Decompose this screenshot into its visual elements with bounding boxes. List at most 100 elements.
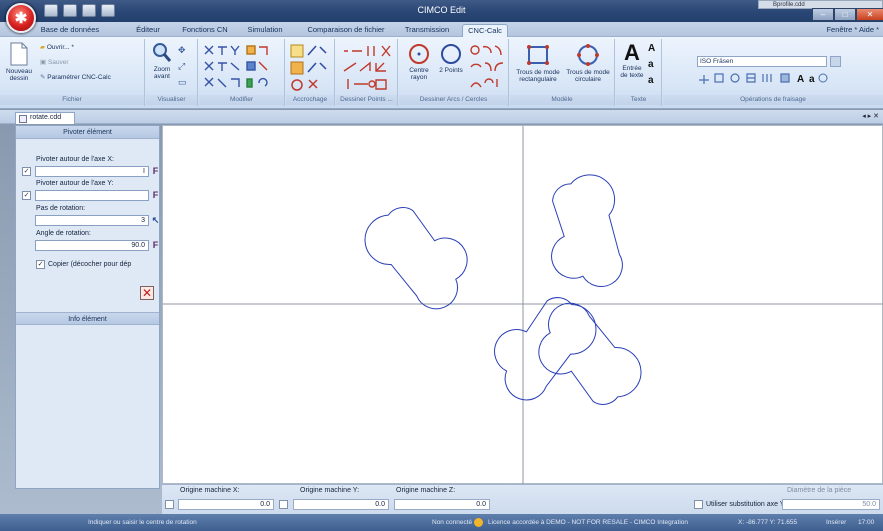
status-bar: Indiquer ou saisir le centre de rotation… [0,514,883,531]
panel-title: Pivoter élément [16,126,159,139]
new-drawing-icon [10,42,28,66]
help-menu[interactable]: Fenêtre * Aide * [826,25,879,34]
circ-pattern-icon [577,44,599,66]
milling-settings-icon[interactable] [830,56,841,67]
origin-z-field[interactable]: 0.0 [394,499,490,510]
center-radius-button[interactable]: Centre rayon [403,43,435,81]
text-a-icon: A [624,40,640,65]
cancel-x-icon[interactable]: ✕ [140,286,154,300]
copy-checkbox[interactable]: ✓ [36,260,45,269]
origin-x-field[interactable]: 0.0 [178,499,274,510]
pick-x-icon[interactable]: F [150,166,161,177]
window-title: CIMCO Edit [417,5,466,15]
group-accrochage: Accrochage [286,39,335,106]
x-axis-input[interactable]: I [35,166,149,177]
x-axis-label: Pivoter autour de l'axe X: [36,156,114,163]
group-visualiser: Zoom avant ✥ ⤢ ▭ Visualiser [146,39,198,106]
x-axis-checkbox[interactable]: ✓ [22,167,31,176]
step-input[interactable]: 3 [35,215,149,226]
zoom-in-button[interactable]: Zoom avant [150,42,174,80]
group-arcs: Centre rayon 2 Points Dessiner Arcs / Ce… [399,39,509,106]
tab-navigation[interactable]: ◂ ▸ ✕ [862,112,879,120]
pick-y-icon[interactable]: F [150,190,161,201]
rect-pattern-button[interactable]: Trous de mode rectangulaire [514,43,562,83]
angle-input[interactable]: 90.0 [35,240,149,251]
settings-button[interactable]: ✎ Paramétrer CNC-Calc [40,73,111,81]
tab-fonctions-cn[interactable]: Fonctions CN [178,24,232,37]
text-upper-icon[interactable]: A [648,43,659,54]
insert-mode: Insérer [826,519,847,526]
svg-text:A: A [797,74,804,84]
snap-tools-icon[interactable] [290,43,332,93]
text-entry-button[interactable]: A Entrée de texte [618,40,646,80]
zoom-icon [153,43,172,62]
circle-center-icon [409,44,429,64]
diameter-field[interactable]: 50.0 [782,499,880,510]
group-modele: Trous de mode rectangulaire Trous de mod… [510,39,615,106]
pan-icon[interactable]: ✥ [178,45,189,56]
origin-x-checkbox[interactable] [165,500,174,509]
rotated-shape[interactable] [528,297,656,413]
milling-ops-icons[interactable]: A a [697,72,847,84]
rect-pattern-icon [527,45,549,65]
drawing-svg[interactable] [163,126,883,485]
tab-comparaison[interactable]: Comparaison de fichier [302,24,390,37]
angle-pick-icon[interactable]: F [150,240,161,251]
document-tabs: rotate.cdd ◂ ▸ ✕ [0,110,883,124]
rotated-shape[interactable] [483,287,612,406]
circle-two-points-icon [441,44,461,64]
info-title: Info élément [16,312,159,325]
clock: 17:00 [858,519,875,526]
app-menu-orb-icon[interactable]: ✱ [6,3,36,33]
window-controls: – □ ✕ [812,8,883,21]
title-bar: CIMCO Edit Bprofile.cdd – □ ✕ [0,0,883,22]
app-window: CIMCO Edit Bprofile.cdd – □ ✕ ✱ Base de … [0,0,883,531]
arc-tools-icon[interactable] [469,43,505,93]
zoom-window-icon[interactable]: ▭ [178,77,189,88]
origin-y-checkbox[interactable] [279,500,288,509]
origin-y-field[interactable]: 0.0 [293,499,389,510]
close-window-button[interactable]: ✕ [856,8,883,21]
substitution-label: Utiliser substitution axe Y [706,501,785,508]
disk-icon: ▣ [40,59,47,66]
rotated-shape[interactable] [531,165,647,293]
ribbon-tabs: Base de données Éditeur Fonctions CN Sim… [0,22,883,37]
save-button[interactable]: ▣ Sauver [40,58,69,66]
circ-pattern-button[interactable]: Trous de mode circulaire [564,43,612,83]
group-points: Dessiner Points ... [336,39,398,106]
text-style-icon[interactable]: a [648,75,659,86]
rotated-shapes [350,165,656,413]
origin-x-label: Origine machine X: [180,487,240,494]
maximize-button[interactable]: □ [834,8,856,21]
copy-label: Copier (décocher pour dép [48,261,132,268]
draw-lines-icon[interactable] [342,43,394,93]
tab-simulation[interactable]: Simulation [242,24,288,37]
y-axis-input[interactable] [35,190,149,201]
group-texte: A Entrée de texte A a a Texte [616,39,662,106]
fit-icon[interactable]: ⤢ [178,61,189,72]
tab-cnc-calc[interactable]: CNC-Calc [462,24,508,37]
y-axis-checkbox[interactable]: ✓ [22,191,31,200]
connection-icon [474,518,483,527]
substitution-checkbox[interactable] [694,500,703,509]
drawing-canvas[interactable] [162,125,883,485]
connection-status: Non connecté [432,519,473,526]
tab-transmission[interactable]: Transmission [399,24,455,37]
svg-text:a: a [809,74,815,84]
status-hint: Indiquer ou saisir le centre de rotation [88,519,197,526]
tab-base-de-donnees[interactable]: Base de données [40,24,100,37]
new-drawing-button[interactable]: Nouveau dessin [2,42,36,82]
origin-z-label: Origine machine Z: [396,487,456,494]
step-arrow-icon[interactable]: ↖ [150,215,161,226]
modify-tools-icon[interactable] [203,43,281,93]
minimize-button[interactable]: – [812,8,834,21]
document-tab[interactable]: rotate.cdd [15,112,75,124]
step-label: Pas de rotation: [36,205,86,212]
two-points-button[interactable]: 2 Points [437,43,465,74]
angle-label: Angle de rotation: [36,230,91,237]
text-lower-icon[interactable]: a [648,59,659,70]
open-button[interactable]: ▰ Ouvrir... * [40,43,74,51]
milling-select[interactable]: ISO Fräsen [697,56,827,67]
tab-editeur[interactable]: Éditeur [127,24,169,37]
rotated-shape[interactable] [350,198,478,314]
